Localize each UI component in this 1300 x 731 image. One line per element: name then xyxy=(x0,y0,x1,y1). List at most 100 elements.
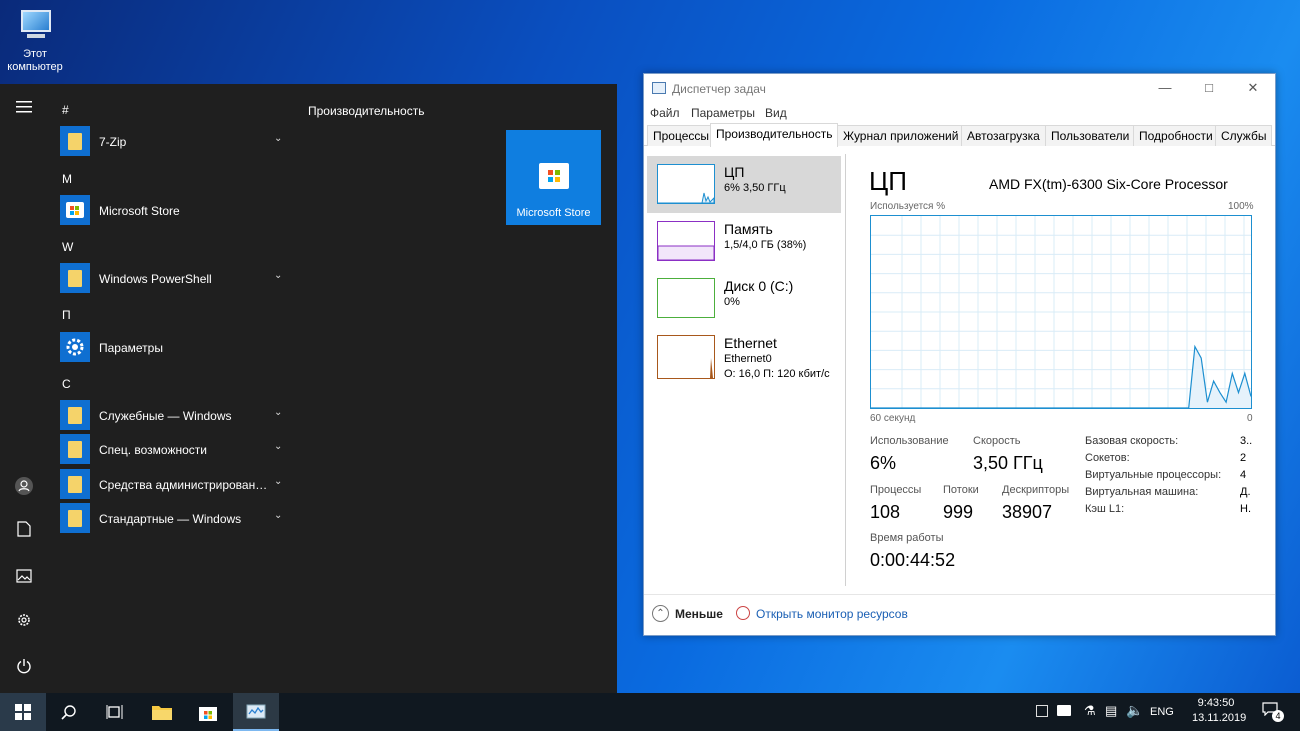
menu-view[interactable]: Вид xyxy=(765,106,787,120)
tray-device-icon[interactable] xyxy=(1036,705,1048,717)
menu-options[interactable]: Параметры xyxy=(691,106,755,120)
task-view-icon[interactable] xyxy=(92,693,138,731)
handles-label: Дескрипторы xyxy=(1002,484,1070,496)
user-avatar-icon[interactable] xyxy=(12,476,36,500)
spec-value: Н. xyxy=(1240,503,1251,515)
chevron-down-icon[interactable]: ⌄ xyxy=(274,133,282,144)
file-explorer-icon[interactable] xyxy=(139,693,185,731)
app-label: Параметры xyxy=(99,341,163,355)
power-icon[interactable] xyxy=(12,658,36,682)
tab-users[interactable]: Пользователи xyxy=(1045,125,1136,146)
app-label: 7-Zip xyxy=(99,135,127,149)
chevron-down-icon[interactable]: ⌄ xyxy=(274,476,282,487)
letter-header[interactable]: M xyxy=(62,172,72,186)
fewer-details-button[interactable]: Меньше xyxy=(675,607,723,621)
chevron-down-icon[interactable]: ⌄ xyxy=(274,407,282,418)
spec-value: 3.. xyxy=(1240,435,1253,447)
chevron-down-icon[interactable]: ⌄ xyxy=(274,441,282,452)
menu-file[interactable]: Файл xyxy=(650,106,680,120)
open-resource-monitor-link[interactable]: Открыть монитор ресурсов xyxy=(756,607,908,621)
letter-header[interactable]: П xyxy=(62,308,71,322)
spec-label: Виртуальная машина: xyxy=(1085,486,1199,498)
chevron-up-icon[interactable]: ⌃ xyxy=(652,605,669,622)
chevron-down-icon[interactable]: ⌄ xyxy=(274,510,282,521)
app-accessibility[interactable]: Спец. возможности ⌄ xyxy=(60,434,290,466)
cpu-heading: ЦП xyxy=(869,166,907,196)
resource-sidebar: ЦП 6% 3,50 ГГц Память 1,5/4,0 ГБ (38%) Д… xyxy=(647,154,844,584)
app-system-tools[interactable]: Служебные — Windows ⌄ xyxy=(60,400,290,432)
tab-services[interactable]: Службы xyxy=(1215,125,1273,146)
network-icon[interactable]: ▤ xyxy=(1105,703,1117,731)
sidebar-item-value: 6% 3,50 ГГц xyxy=(724,182,786,194)
tab-processes[interactable]: Процессы xyxy=(647,125,716,146)
volume-icon[interactable]: 🔈 xyxy=(1126,702,1143,731)
spec-value: 4 xyxy=(1240,469,1247,481)
title-bar[interactable]: Диспетчер задач — □ ✕ xyxy=(644,74,1275,102)
app-admin-tools[interactable]: Средства администрирования... ⌄ xyxy=(60,469,290,501)
desktop-icon-this-pc[interactable]: Этот компьютер xyxy=(2,8,68,84)
tray-usb-icon[interactable]: ⚗ xyxy=(1084,703,1096,731)
spec-label: Виртуальные процессоры: xyxy=(1085,469,1222,481)
tab-performance[interactable]: Производительность xyxy=(710,123,839,147)
spec-label: Базовая скорость: xyxy=(1085,435,1179,447)
minimize-button[interactable]: — xyxy=(1143,74,1187,102)
folder-icon xyxy=(60,263,90,293)
sidebar-item-disk[interactable]: Диск 0 (C:) 0% xyxy=(647,270,841,327)
sidebar-item-cpu[interactable]: ЦП 6% 3,50 ГГц xyxy=(647,156,841,213)
clock[interactable]: 9:43:50 13.11.2019 xyxy=(1192,697,1246,731)
app-microsoft-store[interactable]: Microsoft Store xyxy=(60,195,290,227)
app-7zip[interactable]: 7-Zip ⌄ xyxy=(60,126,290,158)
app-accessories[interactable]: Стандартные — Windows ⌄ xyxy=(60,503,290,535)
spec-label: Сокетов: xyxy=(1085,452,1130,464)
usage-label: Использование xyxy=(870,435,949,447)
tab-bar: Процессы Производительность Журнал прило… xyxy=(644,123,1275,147)
start-menu: # 7-Zip ⌄ M Microsoft Store W Windows Po… xyxy=(0,84,617,693)
uptime-value: 0:00:44:52 xyxy=(870,550,956,570)
letter-header[interactable]: С xyxy=(62,377,71,391)
chevron-down-icon[interactable]: ⌄ xyxy=(274,270,282,281)
letter-header[interactable]: W xyxy=(62,240,73,254)
graph-time-label: 60 секунд xyxy=(870,413,916,424)
start-button[interactable] xyxy=(0,693,46,731)
tab-startup[interactable]: Автозагрузка xyxy=(961,125,1046,146)
hamburger-icon[interactable] xyxy=(12,98,36,122)
app-settings[interactable]: Параметры xyxy=(60,332,290,364)
app-list: # 7-Zip ⌄ M Microsoft Store W Windows Po… xyxy=(48,84,298,693)
task-manager-icon xyxy=(652,82,666,94)
sidebar-item-name: ЦП xyxy=(724,164,745,180)
divider xyxy=(845,154,846,586)
usage-value: 6% xyxy=(870,453,897,473)
letter-header[interactable]: # xyxy=(62,103,69,117)
tab-app-history[interactable]: Журнал приложений xyxy=(837,125,965,146)
task-manager-taskbar-icon[interactable] xyxy=(233,693,279,731)
uptime-label: Время работы xyxy=(870,532,944,544)
close-button[interactable]: ✕ xyxy=(1231,74,1275,102)
tab-details[interactable]: Подробности xyxy=(1133,125,1219,146)
app-label: Средства администрирования... xyxy=(99,478,269,492)
task-manager-window: Диспетчер задач — □ ✕ Файл Параметры Вид… xyxy=(643,73,1276,636)
maximize-button[interactable]: □ xyxy=(1187,74,1231,102)
memory-thumbnail xyxy=(657,221,715,261)
pictures-icon[interactable] xyxy=(12,567,36,591)
settings-gear-icon[interactable] xyxy=(12,612,36,636)
sidebar-item-value: 0% xyxy=(724,296,740,308)
notifications-icon[interactable]: 4 xyxy=(1262,702,1284,722)
cpu-thumbnail xyxy=(657,164,715,204)
tile-microsoft-store[interactable]: Microsoft Store xyxy=(506,130,601,225)
tray-vm-icon[interactable] xyxy=(1057,705,1071,716)
documents-icon[interactable] xyxy=(12,521,36,545)
language-indicator[interactable]: ENG xyxy=(1150,706,1174,731)
store-bag-icon xyxy=(539,163,569,189)
app-windows-powershell[interactable]: Windows PowerShell ⌄ xyxy=(60,263,290,295)
folder-icon xyxy=(60,469,90,499)
search-icon[interactable] xyxy=(46,693,92,731)
store-taskbar-icon[interactable] xyxy=(185,693,231,731)
processes-label: Процессы xyxy=(870,484,922,496)
cpu-graph-svg xyxy=(871,216,1252,409)
sidebar-item-ethernet[interactable]: Ethernet Ethernet0 О: 16,0 П: 120 кбит/с xyxy=(647,327,841,389)
store-icon xyxy=(60,195,90,225)
folder-icon xyxy=(60,126,90,156)
sidebar-item-memory[interactable]: Память 1,5/4,0 ГБ (38%) xyxy=(647,213,841,270)
tiles-group-title[interactable]: Производительность xyxy=(308,104,424,118)
speed-label: Скорость xyxy=(973,435,1021,447)
